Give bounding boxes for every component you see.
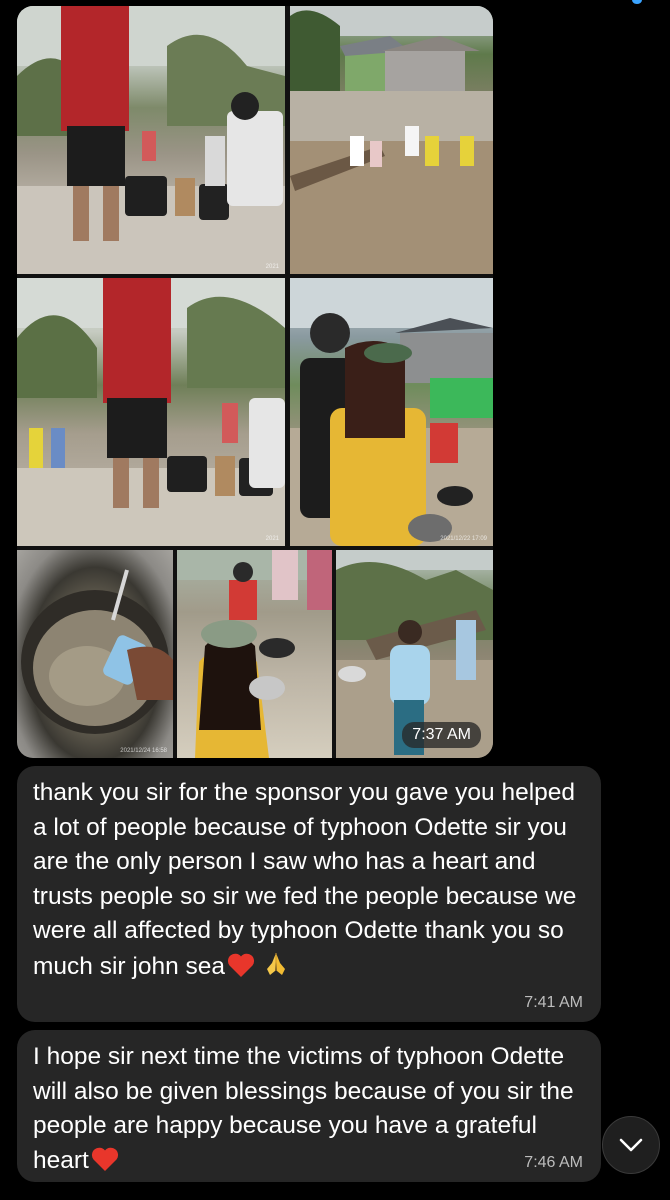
photo-timestamp: 2021/12/24 16:58 [120,748,167,754]
photo-serving-food[interactable] [177,550,332,758]
photo-timestamp: 2021 [265,264,279,270]
photo-timestamp: 2021 [265,536,279,542]
photo-album-message[interactable]: 2021 2021 2021/12/22 17:09 2021/12/24 16… [17,6,493,758]
photo-scene-4 [290,278,493,546]
photo-pot-of-porridge[interactable]: 2021/12/24 16:58 [17,550,173,758]
photo-village-children[interactable] [290,6,493,274]
photo-feeding-outdoors-1[interactable]: 2021 [17,6,285,274]
chevron-down-icon [619,1138,643,1152]
photo-timestamp: 2021/12/22 17:09 [440,536,487,542]
photo-scene-6 [177,550,332,758]
photo-woman-at-debris[interactable]: 7:37 AM [336,550,493,758]
message-timestamp: 7:46 AM [524,1154,583,1171]
photo-scene-1 [17,6,285,274]
message-text: thank you sir for the sponsor you gave y… [33,779,577,980]
red-heart-icon [227,953,255,977]
photo-scene-5 [21,569,173,734]
photo-volunteers-serving[interactable]: 2021/12/22 17:09 [290,278,493,546]
scroll-to-bottom-button[interactable] [602,1116,660,1174]
photos-timestamp: 7:37 AM [402,722,481,748]
message-bubble[interactable]: thank you sir for the sponsor you gave y… [17,766,601,1022]
folded-hands-icon [267,952,286,975]
message-bubble[interactable]: I hope sir next time the victims of typh… [17,1030,601,1182]
photo-scene-3 [17,278,285,546]
photo-scene-2 [290,6,493,274]
photo-feeding-outdoors-2[interactable]: 2021 [17,278,285,546]
status-indicator-dot [632,0,642,4]
red-heart-icon [91,1147,118,1171]
message-timestamp: 7:41 AM [524,994,583,1011]
